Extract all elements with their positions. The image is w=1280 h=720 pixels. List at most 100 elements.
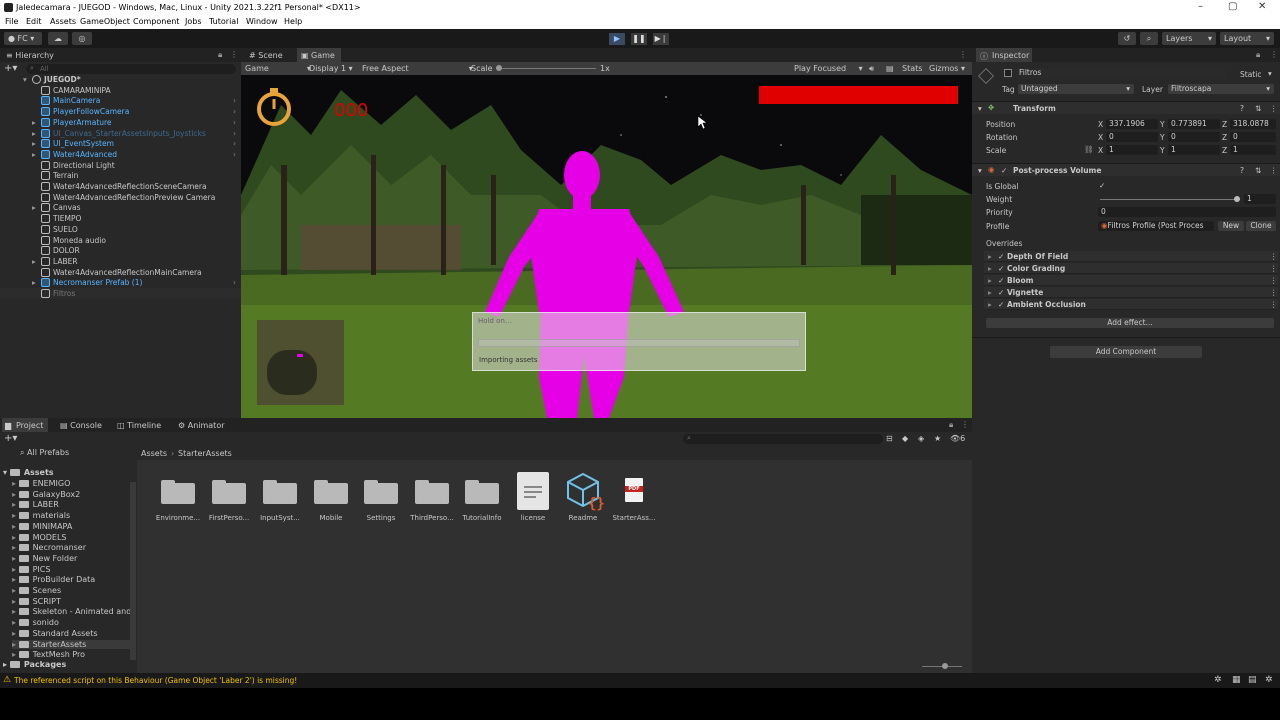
cache-icon[interactable]: ▦ bbox=[1232, 675, 1241, 685]
hierarchy-row[interactable]: Water4AdvancedReflectionMainCamera bbox=[0, 267, 241, 278]
scale-slider[interactable] bbox=[496, 68, 596, 69]
asset-item[interactable]: Mobile bbox=[306, 472, 356, 522]
object-name-field[interactable]: Filtros bbox=[1016, 68, 1226, 79]
tab-console[interactable]: ▤ Console bbox=[60, 421, 102, 430]
cloud-icon[interactable]: ☁ bbox=[48, 32, 68, 45]
lock-icon[interactable]: 🔒︎ bbox=[1256, 50, 1260, 60]
profile-field[interactable]: ◉Filtros Profile (Post Proces bbox=[1098, 221, 1214, 231]
maximize-button[interactable]: ▢ bbox=[1228, 1, 1237, 12]
hierarchy-row[interactable]: ▾ JUEGOD* bbox=[0, 74, 241, 85]
progress-spinner-icon[interactable]: ✲ bbox=[1265, 675, 1273, 685]
override-enabled-checkbox[interactable]: ✓ bbox=[998, 264, 1004, 273]
is-global-checkbox[interactable]: ✓ bbox=[1099, 181, 1105, 190]
hierarchy-row[interactable]: ▸ Necromanser Prefab (1) › bbox=[0, 277, 241, 288]
override-row[interactable]: ▸ ✓ Depth Of Field ⋮ bbox=[984, 251, 1278, 262]
status-message[interactable]: The referenced script on this Behaviour … bbox=[14, 676, 297, 685]
hierarchy-row[interactable]: DOLOR bbox=[0, 245, 241, 256]
project-tree-item[interactable]: ▸ New Folder bbox=[12, 554, 77, 563]
foldout-arrow-icon[interactable]: ▾ bbox=[23, 75, 27, 84]
aspect-dropdown[interactable]: Free Aspect ▾ bbox=[362, 64, 473, 73]
project-tree-item[interactable]: ▸ ENEMIGO bbox=[12, 479, 70, 488]
hierarchy-row[interactable]: SUELO bbox=[0, 224, 241, 235]
lock-icon[interactable]: 🔒︎ bbox=[949, 420, 953, 430]
foldout-arrow-icon[interactable]: ▸ bbox=[12, 597, 19, 606]
asset-item[interactable]: license bbox=[508, 472, 558, 522]
tag-dropdown[interactable]: Untagged ▾ bbox=[1018, 84, 1134, 94]
all-prefabs-item[interactable]: ⌕ All Prefabs bbox=[20, 448, 69, 458]
hierarchy-row[interactable]: ▸ Canvas bbox=[0, 202, 241, 213]
network-icon[interactable]: ▤ bbox=[1248, 675, 1257, 685]
rotation-y-field[interactable]: 0 bbox=[1168, 132, 1220, 142]
packages-root-item[interactable]: ▸ Packages bbox=[3, 660, 66, 669]
game-mode-dropdown[interactable]: Game ▾ bbox=[245, 64, 311, 73]
foldout-arrow-icon[interactable]: ▸ bbox=[32, 257, 36, 266]
menu-component[interactable]: Component bbox=[133, 17, 179, 26]
override-row[interactable]: ▸ ✓ Bloom ⋮ bbox=[984, 275, 1278, 286]
foldout-arrow-icon[interactable]: ▸ bbox=[12, 543, 19, 552]
filter-icon[interactable]: ◈ bbox=[918, 434, 924, 443]
menu-file[interactable]: File bbox=[5, 17, 18, 26]
search-icon[interactable]: ⌕ bbox=[1140, 32, 1158, 45]
hierarchy-row[interactable]: Water4AdvancedReflectionSceneCamera bbox=[0, 181, 241, 192]
tab-scene[interactable]: # Scene bbox=[249, 51, 283, 60]
pause-button[interactable]: ❚❚ bbox=[631, 33, 647, 45]
active-checkbox[interactable] bbox=[1004, 69, 1012, 77]
override-menu-icon[interactable]: ⋮ bbox=[1270, 288, 1278, 297]
project-tree-item[interactable]: ▸ ProBuilder Data bbox=[12, 575, 95, 584]
asset-item[interactable]: {} Readme bbox=[558, 472, 608, 522]
project-tree-item[interactable]: ▸ LABER bbox=[12, 500, 59, 509]
add-object-button[interactable]: +▾ bbox=[4, 63, 17, 74]
debug-icon[interactable]: ✲ bbox=[1214, 675, 1222, 685]
foldout-arrow-icon[interactable]: ▸ bbox=[32, 203, 36, 212]
foldout-arrow-icon[interactable]: ▸ bbox=[12, 650, 19, 659]
layers-dropdown[interactable]: Layers ▾ bbox=[1162, 32, 1216, 45]
asset-item[interactable]: Environme... bbox=[153, 472, 203, 522]
account-dropdown[interactable]: ● FC ▾ bbox=[4, 32, 42, 45]
game-viewport[interactable]: 000 Hold on... Importing assets bbox=[241, 75, 972, 418]
foldout-arrow-icon[interactable]: ▸ bbox=[12, 618, 19, 627]
foldout-arrow-icon[interactable]: ▸ bbox=[32, 278, 36, 287]
foldout-arrow-icon[interactable]: ▸ bbox=[12, 511, 19, 520]
open-prefab-chevron-icon[interactable]: › bbox=[233, 150, 236, 159]
override-menu-icon[interactable]: ⋮ bbox=[1270, 276, 1278, 285]
scale-y-field[interactable]: 1 bbox=[1168, 145, 1220, 155]
add-component-button[interactable]: Add Component bbox=[1050, 346, 1202, 358]
override-enabled-checkbox[interactable]: ✓ bbox=[998, 300, 1004, 309]
project-tree-item[interactable]: ▸ Necromanser bbox=[12, 543, 86, 552]
layer-dropdown[interactable]: Filtroscapa ▾ bbox=[1168, 84, 1274, 94]
rotation-z-field[interactable]: 0 bbox=[1230, 132, 1276, 142]
close-button[interactable]: ✕ bbox=[1258, 1, 1266, 12]
hierarchy-row[interactable]: CAMARAMINIPA bbox=[0, 85, 241, 96]
menu-window[interactable]: Window bbox=[246, 17, 278, 26]
mute-audio-icon[interactable]: 🔊︎ bbox=[869, 64, 874, 74]
open-prefab-chevron-icon[interactable]: › bbox=[233, 278, 236, 287]
panel-menu-icon[interactable]: ⋮ bbox=[230, 50, 238, 59]
hidden-packages-icon[interactable]: 👁︎6 bbox=[950, 434, 965, 443]
menu-assets[interactable]: Assets bbox=[50, 17, 76, 26]
foldout-arrow-icon[interactable]: ▸ bbox=[32, 129, 36, 138]
menu-edit[interactable]: Edit bbox=[26, 17, 42, 26]
breadcrumb-assets[interactable]: Assets bbox=[141, 449, 167, 458]
shortcuts-icon[interactable]: ▤ bbox=[886, 64, 894, 73]
menu-tutorial[interactable]: Tutorial bbox=[209, 17, 238, 26]
hierarchy-row[interactable]: Moneda audio bbox=[0, 235, 241, 246]
override-menu-icon[interactable]: ⋮ bbox=[1270, 264, 1278, 273]
override-enabled-checkbox[interactable]: ✓ bbox=[998, 252, 1004, 261]
display-dropdown[interactable]: Display 1 ▾ bbox=[309, 64, 353, 73]
rotation-x-field[interactable]: 0 bbox=[1106, 132, 1158, 142]
breadcrumb-starterassets[interactable]: StarterAssets bbox=[178, 449, 232, 458]
stats-button[interactable]: Stats bbox=[902, 64, 922, 73]
constrain-proportions-icon[interactable]: ⛓ bbox=[1084, 145, 1094, 154]
search-by-type-icon[interactable]: ⊟ bbox=[886, 434, 893, 443]
open-prefab-chevron-icon[interactable]: › bbox=[233, 96, 236, 105]
component-menu-icon[interactable]: ⋮ bbox=[1270, 104, 1278, 113]
step-button[interactable]: ▶❘ bbox=[653, 33, 669, 45]
weight-slider[interactable] bbox=[1100, 199, 1240, 200]
project-tree-item[interactable]: ▸ MINIMAPA bbox=[12, 522, 72, 531]
open-prefab-chevron-icon[interactable]: › bbox=[233, 139, 236, 148]
foldout-arrow-icon[interactable]: ▸ bbox=[988, 288, 992, 297]
project-tree-item[interactable]: ▸ GalaxyBox2 bbox=[12, 490, 80, 499]
hierarchy-row[interactable]: ▸ Water4Advanced › bbox=[0, 149, 241, 160]
menu-jobs[interactable]: Jobs bbox=[185, 17, 202, 26]
asset-item[interactable]: PDF StarterAss... bbox=[609, 472, 659, 522]
